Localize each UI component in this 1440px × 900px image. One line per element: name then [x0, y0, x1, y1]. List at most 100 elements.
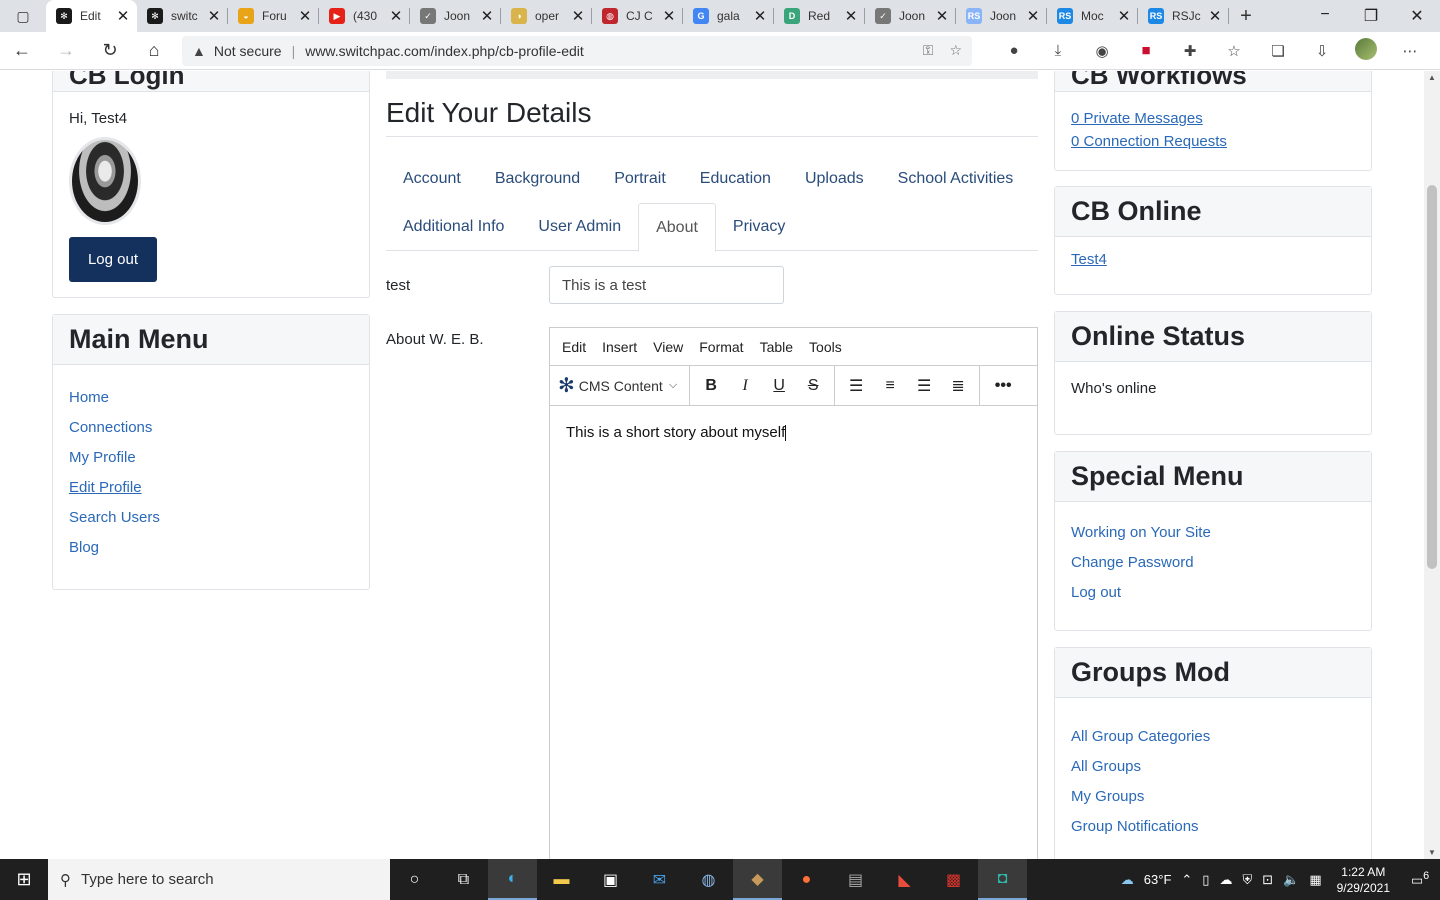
- profile-avatar-icon[interactable]: [1344, 37, 1388, 64]
- tray-chevron-icon[interactable]: ⌃: [1181, 872, 1192, 888]
- acrobat-icon[interactable]: ◣: [880, 859, 929, 900]
- align-right-icon[interactable]: ☰: [907, 376, 941, 396]
- close-tab-icon[interactable]: ✕: [479, 7, 495, 25]
- favorites-icon[interactable]: ☆: [1212, 42, 1256, 60]
- minimize-icon[interactable]: −: [1302, 6, 1348, 26]
- user-avatar[interactable]: [69, 137, 141, 225]
- menu-item-search-users[interactable]: Search Users: [69, 509, 353, 526]
- download-icon[interactable]: ⤓: [1036, 42, 1080, 59]
- close-tab-icon[interactable]: ✕: [1116, 7, 1132, 25]
- menu-item-group-notifications[interactable]: Group Notifications: [1071, 818, 1355, 835]
- close-tab-icon[interactable]: ✕: [1207, 7, 1223, 25]
- page-scrollbar[interactable]: ▲ ▼: [1424, 71, 1440, 859]
- cms-content-dropdown[interactable]: ✻ CMS Content ⌵: [550, 365, 691, 406]
- strikethrough-icon[interactable]: S: [796, 377, 830, 395]
- browser-tab[interactable]: ▶ (430 ✕: [319, 0, 410, 32]
- browser-tab[interactable]: ◒ Foru ✕: [228, 0, 319, 32]
- underline-icon[interactable]: U: [762, 377, 796, 395]
- tab-privacy[interactable]: Privacy: [716, 203, 802, 251]
- menu-item-all-group-categories[interactable]: All Group Categories: [1071, 728, 1355, 745]
- italic-icon[interactable]: I: [728, 377, 762, 395]
- url-text[interactable]: www.switchpac.com/index.php/cb-profile-e…: [305, 43, 907, 59]
- extension-icon[interactable]: ●: [992, 42, 1036, 59]
- firefox-icon[interactable]: ●: [782, 859, 831, 900]
- menu-item-change-password[interactable]: Change Password: [1071, 554, 1355, 571]
- warning-icon[interactable]: ▲: [192, 43, 206, 59]
- close-tab-icon[interactable]: ✕: [934, 7, 950, 25]
- editor-content-area[interactable]: This is a short story about myself: [550, 406, 1037, 459]
- menu-item-working-on-site[interactable]: Working on Your Site: [1071, 524, 1355, 541]
- close-tab-icon[interactable]: ✕: [752, 7, 768, 25]
- notifications-icon[interactable]: ▭6: [1405, 870, 1435, 888]
- logout-button[interactable]: Log out: [69, 237, 157, 282]
- menu-item-my-groups[interactable]: My Groups: [1071, 788, 1355, 805]
- store-icon[interactable]: ▣: [586, 859, 635, 900]
- close-window-icon[interactable]: ✕: [1394, 6, 1440, 26]
- close-tab-icon[interactable]: ✕: [115, 7, 131, 25]
- browser-tab[interactable]: RS Moc ✕: [1047, 0, 1138, 32]
- browser-tab[interactable]: ✓ Joon ✕: [865, 0, 956, 32]
- app-circle-icon[interactable]: ◍: [684, 859, 733, 900]
- network-icon[interactable]: ⊡: [1262, 872, 1273, 888]
- tab-portrait[interactable]: Portrait: [597, 155, 683, 203]
- task-view-icon[interactable]: ⧉: [439, 859, 488, 900]
- extension-red-icon[interactable]: ■: [1124, 42, 1168, 59]
- not-secure-label[interactable]: Not secure: [214, 43, 282, 59]
- edge-icon[interactable]: ◐: [488, 859, 537, 900]
- back-icon[interactable]: ←: [0, 40, 44, 61]
- tab-actions-icon[interactable]: ▢: [0, 0, 46, 32]
- filezilla-icon[interactable]: ▩: [929, 859, 978, 900]
- tab-background[interactable]: Background: [478, 155, 597, 203]
- more-toolbar-icon[interactable]: •••: [986, 377, 1020, 395]
- editor-menu-view[interactable]: View: [653, 339, 683, 355]
- more-icon[interactable]: ⋯: [1388, 42, 1432, 60]
- editor-menu-format[interactable]: Format: [699, 339, 743, 355]
- tab-education[interactable]: Education: [683, 155, 788, 203]
- menu-item-blog[interactable]: Blog: [69, 539, 353, 556]
- browser-tab[interactable]: ✓ Joon ✕: [410, 0, 501, 32]
- scroll-up-icon[interactable]: ▲: [1428, 73, 1436, 82]
- close-tab-icon[interactable]: ✕: [661, 7, 677, 25]
- tray-extra-icon[interactable]: ▦: [1309, 872, 1321, 888]
- online-user-link[interactable]: Test4: [1071, 251, 1355, 268]
- downloads-icon[interactable]: ⇩: [1300, 42, 1344, 60]
- menu-item-all-groups[interactable]: All Groups: [1071, 758, 1355, 775]
- file-explorer-icon[interactable]: ▬: [537, 859, 586, 900]
- menu-item-edit-profile[interactable]: Edit Profile: [69, 479, 353, 496]
- close-tab-icon[interactable]: ✕: [206, 7, 222, 25]
- tab-school-activities[interactable]: School Activities: [881, 155, 1031, 203]
- scroll-down-icon[interactable]: ▼: [1428, 848, 1436, 857]
- bold-icon[interactable]: B: [694, 377, 728, 395]
- editor-menu-insert[interactable]: Insert: [602, 339, 637, 355]
- tab-uploads[interactable]: Uploads: [788, 155, 881, 203]
- tab-additional-info[interactable]: Additional Info: [386, 203, 521, 251]
- new-tab-icon[interactable]: +: [1229, 5, 1263, 28]
- browser-tab[interactable]: Ggala ✕: [683, 0, 774, 32]
- align-justify-icon[interactable]: ≣: [941, 376, 975, 396]
- refresh-icon[interactable]: ↻: [88, 40, 132, 61]
- volume-icon[interactable]: 🔈: [1283, 872, 1299, 888]
- favorite-star-icon[interactable]: ☆: [949, 42, 962, 59]
- browser-tab[interactable]: RS RSJc ✕: [1138, 0, 1229, 32]
- close-tab-icon[interactable]: ✕: [388, 7, 404, 25]
- close-tab-icon[interactable]: ✕: [843, 7, 859, 25]
- close-tab-icon[interactable]: ✕: [1025, 7, 1041, 25]
- browser-tab[interactable]: ✻ Edit ✕: [46, 0, 137, 32]
- home-icon[interactable]: ⌂: [132, 40, 176, 61]
- tab-about[interactable]: About: [638, 203, 716, 252]
- test-field-input[interactable]: [549, 266, 784, 304]
- editor-menu-table[interactable]: Table: [760, 339, 793, 355]
- taskbar-clock[interactable]: 1:22 AM 9/29/2021: [1337, 864, 1390, 896]
- restore-icon[interactable]: ❐: [1348, 6, 1394, 26]
- menu-item-connections[interactable]: Connections: [69, 419, 353, 436]
- browser-tab[interactable]: D Red ✕: [774, 0, 865, 32]
- key-icon[interactable]: ⚿: [923, 42, 934, 59]
- private-messages-link[interactable]: 0 Private Messages: [1071, 110, 1355, 127]
- app-teal-icon[interactable]: ◘: [978, 859, 1027, 900]
- windows-start-icon[interactable]: ⊞: [0, 869, 48, 890]
- browser-tab[interactable]: RS Joon ✕: [956, 0, 1047, 32]
- align-left-icon[interactable]: ☰: [839, 376, 873, 396]
- menu-item-log-out[interactable]: Log out: [1071, 584, 1355, 601]
- menu-item-my-profile[interactable]: My Profile: [69, 449, 353, 466]
- cortana-icon[interactable]: ○: [390, 859, 439, 900]
